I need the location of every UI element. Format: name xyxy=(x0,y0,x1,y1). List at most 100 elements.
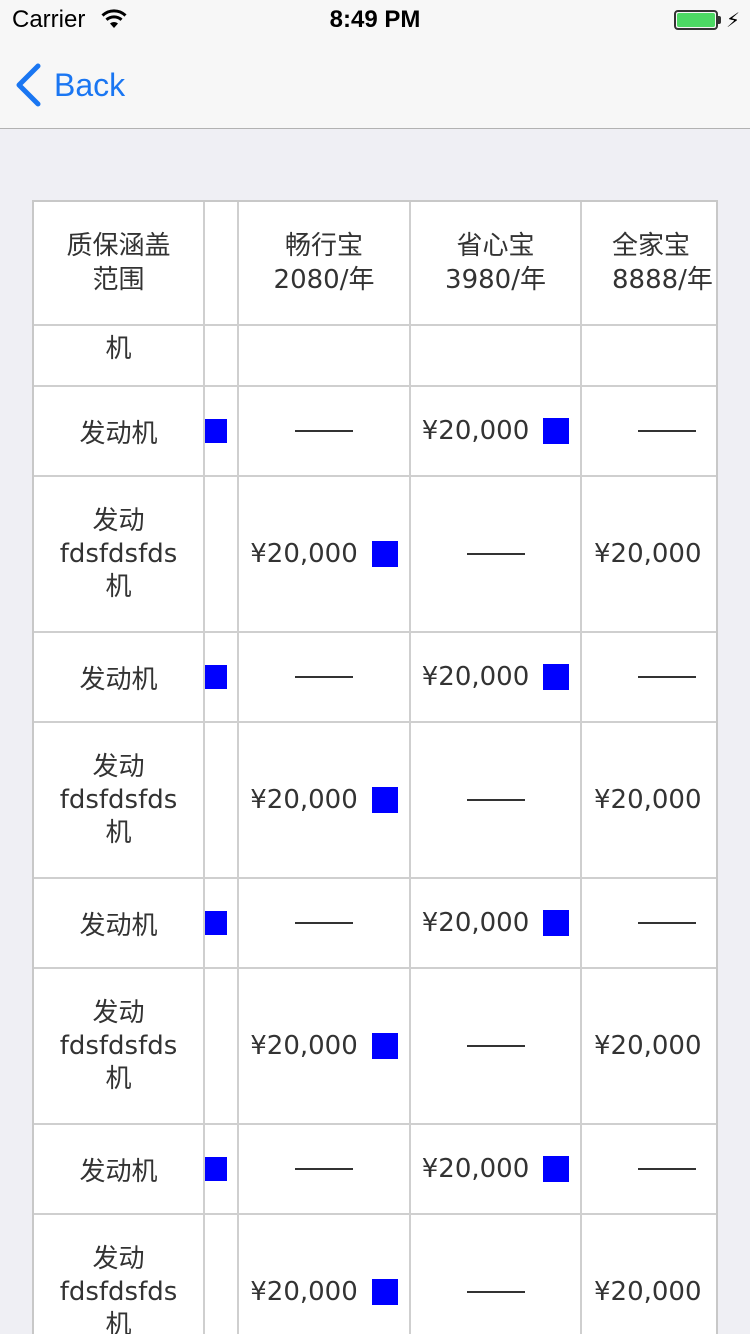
price-value: ¥20,000 xyxy=(421,662,530,692)
plan-shengxinbao-cell: ¥20,000 xyxy=(409,1123,582,1215)
plan-quanjiabao-cell: ¥20,000 xyxy=(580,1213,716,1334)
not-covered-dash xyxy=(295,676,353,678)
table-row: 发动 fdsfdsfds 机 ¥20,000 ¥20,000 xyxy=(34,475,716,633)
plan-changxingbao-cell xyxy=(237,631,411,723)
plan-quanjiabao-cell xyxy=(580,1123,716,1215)
plan-changxingbao-cell: ¥20,000 xyxy=(237,721,411,879)
table-row: 发动机 ¥20,000 xyxy=(34,877,716,969)
row-label: 发动 fdsfdsfds 机 xyxy=(34,1213,205,1334)
blue-square-marker-icon xyxy=(371,541,398,567)
chevron-left-icon xyxy=(14,63,42,107)
blue-square-marker-icon xyxy=(371,787,398,813)
plan-changxingbao-cell: ¥20,000 xyxy=(237,475,411,633)
marker-cell xyxy=(203,385,239,477)
not-covered-dash xyxy=(466,1291,525,1293)
blue-square-marker-icon xyxy=(205,1157,227,1181)
not-covered-dash xyxy=(295,430,353,432)
marker-cell xyxy=(203,1213,239,1334)
marker-cell xyxy=(203,475,239,633)
marker-cell xyxy=(203,631,239,723)
warranty-comparison-table: 质保涵盖 范围 畅行宝 2080/年 省心宝 3980/年 全家宝 8888/年… xyxy=(34,202,716,1334)
price-value: ¥20,000 xyxy=(250,538,358,569)
header-coverage: 质保涵盖 范围 xyxy=(34,202,205,326)
back-button[interactable]: Back xyxy=(14,62,125,108)
back-label: Back xyxy=(54,66,126,103)
plan-shengxinbao-cell: ¥20,000 xyxy=(409,385,582,477)
table-row: 发动 fdsfdsfds 机 ¥20,000 ¥20,000 xyxy=(34,1213,716,1334)
header-plan-shengxinbao: 省心宝 3980/年 xyxy=(409,202,582,326)
row-label: 发动机 xyxy=(34,631,205,723)
marker-cell xyxy=(203,721,239,879)
blue-square-marker-icon xyxy=(715,1279,716,1305)
price-value: ¥20,000 xyxy=(250,784,358,815)
blue-square-marker-icon xyxy=(715,787,716,813)
price-value: ¥20,000 xyxy=(421,908,530,938)
plan-changxingbao-cell xyxy=(237,877,411,969)
plan-shengxinbao-cell xyxy=(409,475,582,633)
plan-shengxinbao-cell xyxy=(409,721,582,879)
header-marker-column xyxy=(203,202,239,326)
not-covered-dash xyxy=(466,799,525,801)
battery-icon xyxy=(674,10,721,32)
plan-changxingbao-cell xyxy=(237,1123,411,1215)
plan-quanjiabao-cell: ¥20,000 xyxy=(580,475,716,633)
blue-square-marker-icon xyxy=(543,664,570,690)
plan-changxingbao-cell: ¥20,000 xyxy=(237,967,411,1125)
plan-quanjiabao-cell: ¥20,000 xyxy=(580,967,716,1125)
not-covered-dash xyxy=(295,922,353,924)
plan-shengxinbao-cell: ¥20,000 xyxy=(409,877,582,969)
price-value: ¥20,000 xyxy=(594,784,702,815)
blue-square-marker-icon xyxy=(371,1033,398,1059)
blue-square-marker-icon xyxy=(205,419,227,443)
row-label: 发动机 xyxy=(34,385,205,477)
plan-quanjiabao-cell xyxy=(580,631,716,723)
blue-square-marker-icon xyxy=(371,1279,398,1305)
table-row: 发动机 ¥20,000 xyxy=(34,631,716,723)
header-plan-quanjiabao: 全家宝 8888/年 xyxy=(580,202,716,326)
table-header-row: 质保涵盖 范围 畅行宝 2080/年 省心宝 3980/年 全家宝 8888/年 xyxy=(34,202,716,326)
marker-cell xyxy=(203,877,239,969)
blue-square-marker-icon xyxy=(543,418,570,444)
not-covered-dash xyxy=(295,1168,353,1170)
table-row: 发动 fdsfdsfds 机 ¥20,000 ¥20,000 xyxy=(34,967,716,1125)
header-plan-changxingbao: 畅行宝 2080/年 xyxy=(237,202,411,326)
row-label: 发动机 xyxy=(34,1123,205,1215)
plan-quanjiabao-cell xyxy=(580,877,716,969)
row-label: 发动 fdsfdsfds 机 xyxy=(34,475,205,633)
status-bar: Carrier 8:49 PM ⚡ xyxy=(0,0,750,40)
price-value: ¥20,000 xyxy=(250,1276,358,1307)
price-value: ¥20,000 xyxy=(594,1276,702,1307)
price-value: ¥20,000 xyxy=(250,1030,358,1061)
navigation-bar: Back xyxy=(0,40,750,129)
price-value: ¥20,000 xyxy=(594,538,702,569)
not-covered-dash xyxy=(466,1045,525,1047)
table-row: 发动机 ¥20,000 xyxy=(34,1123,716,1215)
price-value: ¥20,000 xyxy=(594,1030,702,1061)
not-covered-dash xyxy=(466,553,525,555)
marker-cell xyxy=(203,1123,239,1215)
not-covered-dash xyxy=(638,1168,696,1170)
row-label: 发动 fdsfdsfds 机 xyxy=(34,721,205,879)
plan-shengxinbao-cell xyxy=(409,1213,582,1334)
status-time: 8:49 PM xyxy=(329,6,421,33)
table-row-partial: 机 xyxy=(34,324,716,387)
comparison-table-container[interactable]: 质保涵盖 范围 畅行宝 2080/年 省心宝 3980/年 全家宝 8888/年… xyxy=(32,200,718,1334)
row-label: 机 xyxy=(34,324,205,387)
plan-shengxinbao-cell xyxy=(409,967,582,1125)
blue-square-marker-icon xyxy=(715,1033,716,1059)
charging-bolt-icon: ⚡ xyxy=(726,8,741,32)
blue-square-marker-icon xyxy=(205,665,227,689)
plan-shengxinbao-cell: ¥20,000 xyxy=(409,631,582,723)
not-covered-dash xyxy=(638,922,696,924)
blue-square-marker-icon xyxy=(205,911,227,935)
blue-square-marker-icon xyxy=(543,1156,570,1182)
price-value: ¥20,000 xyxy=(421,416,530,446)
row-label: 发动 fdsfdsfds 机 xyxy=(34,967,205,1125)
plan-quanjiabao-cell: ¥20,000 xyxy=(580,721,716,879)
blue-square-marker-icon xyxy=(543,910,570,936)
plan-changxingbao-cell: ¥20,000 xyxy=(237,1213,411,1334)
price-value: ¥20,000 xyxy=(421,1154,530,1184)
not-covered-dash xyxy=(638,676,696,678)
table-row: 发动机 ¥20,000 xyxy=(34,385,716,477)
plan-quanjiabao-cell xyxy=(580,385,716,477)
